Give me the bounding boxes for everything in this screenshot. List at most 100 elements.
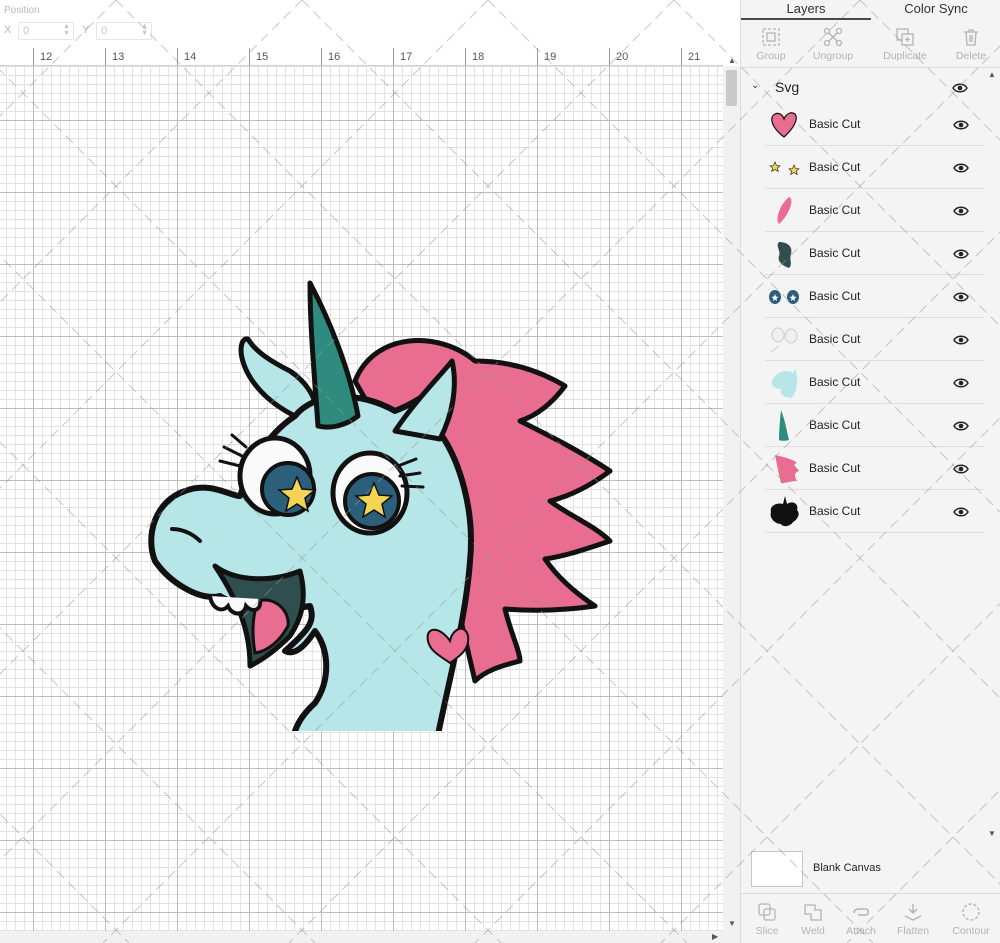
- horn-thumbnail-icon: [779, 410, 789, 441]
- panel-scrollbar[interactable]: ▲ ▼: [984, 68, 1000, 840]
- ruler-tick-label: 21: [688, 51, 701, 63]
- eye-icon[interactable]: [953, 162, 969, 174]
- panel-scroll-up-icon[interactable]: ▲: [988, 70, 996, 79]
- mouth-thumbnail-icon: [777, 242, 792, 268]
- layer-row[interactable]: Basic Cut: [765, 404, 984, 447]
- flatten-label: Flatten: [896, 925, 930, 937]
- y-label: Y: [82, 24, 90, 36]
- layer-name: Basic Cut: [809, 332, 861, 346]
- duplicate-label: Duplicate: [883, 50, 927, 62]
- ruler-tick-line: [393, 48, 394, 65]
- ruler-tick-line: [321, 48, 322, 65]
- ungroup-label: Ungroup: [812, 50, 854, 62]
- x-stepper-icon[interactable]: ▲ ▼: [63, 23, 70, 37]
- panel-scroll-down-icon[interactable]: ▼: [988, 829, 996, 838]
- eye-icon[interactable]: [953, 248, 969, 260]
- scroll-right-icon[interactable]: ▶: [712, 932, 718, 941]
- mane-thumbnail-icon: [775, 455, 799, 484]
- ruler-tick-label: 15: [256, 51, 269, 63]
- eye-icon[interactable]: [952, 82, 968, 94]
- x-position-field[interactable]: X 0 ▲ ▼: [4, 22, 74, 40]
- layer-row[interactable]: Basic Cut: [765, 275, 984, 318]
- horizontal-ruler: 12 13 14 15 16 17 18 19 20 21: [0, 48, 723, 66]
- attach-button[interactable]: Attach: [835, 901, 887, 937]
- attach-icon: [853, 908, 869, 916]
- scroll-up-icon[interactable]: ▲: [728, 56, 736, 65]
- eye-icon[interactable]: [953, 463, 969, 475]
- ruler-tick-label: 18: [472, 51, 485, 63]
- duplicate-button[interactable]: Duplicate: [875, 27, 935, 62]
- layer-row[interactable]: Basic Cut: [765, 490, 984, 533]
- layer-row[interactable]: Basic Cut: [765, 361, 984, 404]
- blank-canvas-label: Blank Canvas: [813, 862, 881, 874]
- eye-icon[interactable]: [953, 334, 969, 346]
- blank-canvas-swatch[interactable]: [751, 851, 803, 887]
- layer-name: Basic Cut: [809, 504, 861, 518]
- eye-whites-thumbnail-icon: [770, 327, 798, 353]
- outline-thumbnail-icon: [770, 496, 799, 527]
- horn-shape[interactable]: [307, 280, 361, 430]
- eye-icon[interactable]: [953, 205, 969, 217]
- delete-label: Delete: [955, 50, 987, 62]
- stars-thumbnail-icon: [769, 161, 800, 176]
- tongue-thumbnail-icon: [777, 197, 792, 224]
- delete-button[interactable]: Delete: [941, 27, 1000, 62]
- group-icon: [762, 28, 780, 46]
- group-button[interactable]: Group: [741, 27, 801, 62]
- ungroup-button[interactable]: Ungroup: [803, 27, 863, 62]
- layer-name: Basic Cut: [809, 203, 861, 217]
- layer-row[interactable]: Basic Cut: [765, 318, 984, 361]
- eye-icon[interactable]: [953, 506, 969, 518]
- canvas-vertical-scrollbar[interactable]: ▲ ▼: [723, 56, 740, 931]
- flatten-button[interactable]: Flatten: [887, 901, 939, 937]
- eye-icon[interactable]: [953, 291, 969, 303]
- slice-button[interactable]: Slice: [741, 901, 793, 937]
- eye-icon[interactable]: [953, 420, 969, 432]
- ruler-tick-label: 16: [328, 51, 341, 63]
- layer-row[interactable]: Basic Cut: [765, 232, 984, 275]
- weld-icon: [804, 904, 822, 921]
- canvas-horizontal-scrollbar[interactable]: ▶: [0, 931, 740, 943]
- eye-icon[interactable]: [953, 377, 969, 389]
- slice-icon: [758, 903, 776, 921]
- ruler-tick-line: [177, 48, 178, 65]
- ruler-tick-line: [249, 48, 250, 65]
- ruler-tick-label: 19: [544, 51, 557, 63]
- layer-row[interactable]: Basic Cut: [765, 447, 984, 490]
- position-label: Position: [4, 5, 40, 16]
- tab-layers[interactable]: Layers: [741, 0, 871, 20]
- contour-button[interactable]: Contour: [945, 901, 997, 937]
- unicorn-artwork[interactable]: [140, 211, 630, 731]
- vertical-scroll-thumb[interactable]: [726, 70, 737, 106]
- weld-button[interactable]: Weld: [787, 901, 839, 937]
- ruler-tick-line: [105, 48, 106, 65]
- layer-name: Basic Cut: [809, 160, 861, 174]
- layer-row[interactable]: Basic Cut: [765, 103, 984, 146]
- layer-row[interactable]: Basic Cut: [765, 146, 984, 189]
- layer-row[interactable]: Basic Cut: [765, 189, 984, 232]
- heart-thumbnail-icon: [771, 112, 797, 138]
- contour-icon: [962, 903, 980, 921]
- weld-label: Weld: [801, 925, 825, 937]
- head-thumbnail-icon: [771, 369, 798, 398]
- y-stepper-icon[interactable]: ▲ ▼: [141, 23, 148, 37]
- design-canvas[interactable]: [0, 66, 723, 931]
- tab-color-sync[interactable]: Color Sync: [871, 0, 1000, 20]
- y-position-field[interactable]: Y 0 ▲ ▼: [82, 22, 152, 40]
- layer-group-svg[interactable]: ⌄ Svg: [741, 76, 984, 100]
- chevron-down-icon[interactable]: ⌄: [751, 80, 759, 91]
- scroll-down-icon[interactable]: ▼: [728, 919, 736, 928]
- app-window: Position X 0 ▲ ▼ Y 0 ▲ ▼ 12 13 14 15 16 17 18 19 2…: [0, 0, 1000, 943]
- layer-name: Basic Cut: [809, 375, 861, 389]
- layer-name: Basic Cut: [809, 289, 861, 303]
- trash-icon: [964, 29, 978, 46]
- ruler-tick-line: [33, 48, 34, 65]
- eye-icon[interactable]: [953, 119, 969, 131]
- layer-toolbar: Group Ungroup Duplicate Delete: [741, 22, 1000, 68]
- blank-canvas-row[interactable]: Blank Canvas: [741, 844, 1000, 892]
- ruler-tick-label: 20: [616, 51, 629, 63]
- ruler-tick-line: [465, 48, 466, 65]
- flatten-icon: [904, 904, 922, 921]
- layer-name: Basic Cut: [809, 461, 861, 475]
- group-label: Group: [756, 50, 786, 62]
